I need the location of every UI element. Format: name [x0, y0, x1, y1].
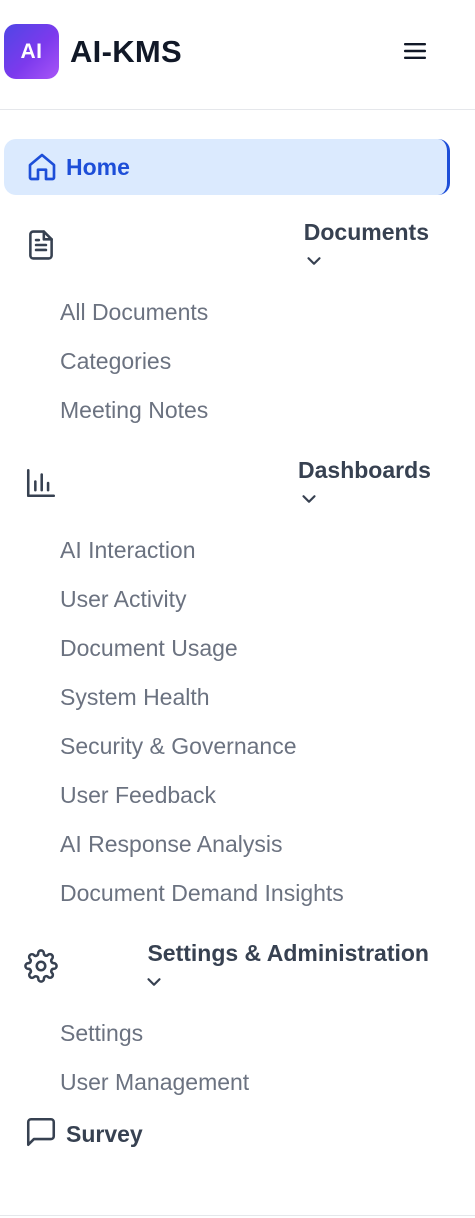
chat-bubble-icon	[26, 1117, 56, 1147]
bottom-divider	[0, 1215, 475, 1216]
nav-section-documents-label: Documents	[303, 219, 429, 245]
nav-subitem-all-documents[interactable]: All Documents	[60, 298, 208, 326]
nav-subitem-system-health[interactable]: System Health	[60, 683, 210, 711]
chevron-down-icon	[302, 495, 316, 503]
nav-section-settings-toggle[interactable]: Settings & Administration	[143, 938, 429, 994]
nav-item-survey[interactable]: Survey	[22, 1115, 222, 1155]
nav-section-dashboards-label: Dashboards	[298, 457, 431, 483]
nav-subitem-settings[interactable]: Settings	[60, 1019, 143, 1047]
hamburger-menu-icon	[404, 43, 426, 59]
document-icon	[29, 230, 53, 260]
chevron-down-icon	[147, 978, 161, 986]
nav-item-survey-label: Survey	[66, 1121, 143, 1147]
nav-subitem-user-feedback[interactable]: User Feedback	[60, 781, 216, 809]
nav-item-home[interactable]: Home	[4, 139, 450, 195]
bar-chart-icon	[26, 468, 56, 498]
nav-subitem-user-management[interactable]: User Management	[60, 1068, 249, 1096]
app-logo: AI	[4, 24, 59, 79]
nav-section-documents-toggle[interactable]: Documents	[303, 217, 429, 273]
nav-subitem-user-activity[interactable]: User Activity	[60, 585, 187, 613]
nav-subitem-categories[interactable]: Categories	[60, 347, 171, 375]
app-title: AI-KMS	[70, 34, 183, 69]
nav-section-dashboards-toggle[interactable]: Dashboards	[298, 455, 431, 511]
nav-subitem-document-demand-insights[interactable]: Document Demand Insights	[60, 879, 344, 907]
menu-toggle-button[interactable]	[396, 32, 434, 70]
gear-icon	[24, 949, 58, 983]
nav-subitem-security-governance[interactable]: Security & Governance	[60, 732, 297, 760]
nav-section-settings-label: Settings & Administration	[147, 940, 429, 966]
nav-subitem-document-usage[interactable]: Document Usage	[60, 634, 238, 662]
chevron-down-icon	[307, 257, 321, 265]
logo-text: AI	[20, 39, 43, 63]
home-icon	[28, 153, 56, 181]
nav-subitem-meeting-notes[interactable]: Meeting Notes	[60, 396, 208, 424]
sidebar-header: AI AI-KMS	[0, 0, 475, 110]
nav-subitem-ai-interaction[interactable]: AI Interaction	[60, 536, 196, 564]
nav-subitem-ai-response-analysis[interactable]: AI Response Analysis	[60, 830, 282, 858]
nav-item-home-label: Home	[66, 154, 130, 180]
